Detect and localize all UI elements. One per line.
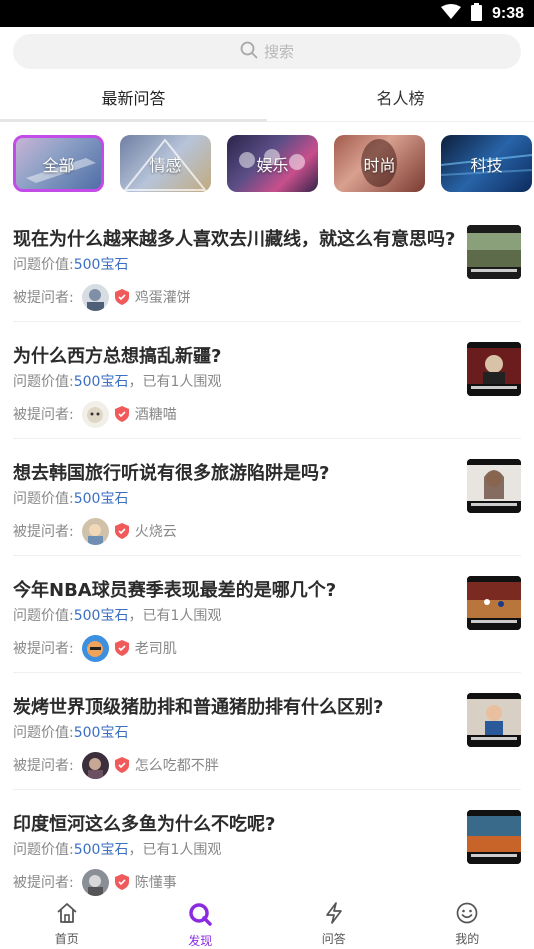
watchers: ，已有1人围观 (128, 842, 222, 858)
category-fashion[interactable]: 时尚 (334, 135, 425, 192)
wifi-icon (440, 3, 461, 24)
category-label: 科技 (470, 155, 503, 175)
avatar[interactable] (81, 517, 109, 545)
nav-label: 发现 (188, 934, 213, 948)
asker-label: 被提问者: (13, 290, 74, 306)
search-icon (240, 41, 258, 63)
question-thumbnail[interactable] (467, 342, 521, 396)
nav-mine[interactable]: 我的 (401, 896, 534, 949)
asker-name[interactable]: 鸡蛋灌饼 (135, 287, 191, 307)
asker-name[interactable]: 陈懂事 (135, 872, 177, 892)
asker-name[interactable]: 老司肌 (135, 638, 177, 658)
question-thumbnail[interactable] (467, 459, 521, 513)
gem-amount: 500宝石 (73, 608, 129, 624)
search-placeholder: 搜索 (263, 43, 294, 61)
tab-celebrity-rank[interactable]: 名人榜 (267, 78, 534, 121)
gem-amount: 500宝石 (73, 491, 129, 507)
question-title: 印度恒河这么多鱼为什么不吃呢? (13, 814, 276, 835)
asker-name[interactable]: 酒糖喵 (135, 404, 177, 424)
lightning-icon (323, 902, 345, 928)
category-strip: 全部 情感 娱乐 时尚 科技 (13, 135, 534, 193)
asker-row: 被提问者: 老司肌 (13, 634, 177, 662)
question-item[interactable]: 想去韩国旅行听说有很多旅游陷阱是吗? 问题价值:500宝石 被提问者: 火烧云 (13, 439, 521, 556)
category-label: 时尚 (363, 155, 396, 175)
question-list: 现在为什么越来越多人喜欢去川藏线，就这么有意思吗? 问题价值:500宝石 被提问… (13, 205, 521, 907)
avatar[interactable] (81, 634, 109, 662)
bottom-nav: 首页 发现 问答 我的 (0, 896, 534, 949)
category-emotion[interactable]: 情感 (120, 135, 211, 192)
nav-qa[interactable]: 问答 (267, 896, 401, 949)
avatar[interactable] (81, 283, 109, 311)
asker-label: 被提问者: (13, 407, 74, 423)
asker-row: 被提问者: 鸡蛋灌饼 (13, 283, 191, 311)
asker-label: 被提问者: (13, 758, 74, 774)
question-value: 问题价值:500宝石，已有1人围观 (13, 608, 222, 624)
asker-label: 被提问者: (13, 875, 74, 891)
category-label: 情感 (149, 155, 182, 175)
question-title: 为什么西方总想搞乱新疆? (13, 346, 222, 367)
question-value: 问题价值:500宝石 (13, 725, 129, 741)
battery-icon (470, 2, 482, 25)
status-bar: 9:38 (0, 0, 534, 27)
smiley-icon (456, 902, 478, 928)
question-title: 想去韩国旅行听说有很多旅游陷阱是吗? (13, 463, 330, 484)
status-time: 9:38 (491, 4, 524, 22)
gem-amount: 500宝石 (73, 725, 129, 741)
question-item[interactable]: 今年NBA球员赛季表现最差的是哪几个? 问题价值:500宝石，已有1人围观 被提… (13, 556, 521, 673)
asker-row: 被提问者: 怎么吃都不胖 (13, 751, 219, 779)
question-title: 今年NBA球员赛季表现最差的是哪几个? (13, 580, 337, 601)
question-item[interactable]: 为什么西方总想搞乱新疆? 问题价值:500宝石，已有1人围观 被提问者: 酒糖喵 (13, 322, 521, 439)
gem-amount: 500宝石 (73, 842, 129, 858)
nav-label: 问答 (321, 932, 346, 946)
question-thumbnail[interactable] (467, 576, 521, 630)
question-item[interactable]: 印度恒河这么多鱼为什么不吃呢? 问题价值:500宝石，已有1人围观 被提问者: … (13, 790, 521, 907)
question-thumbnail[interactable] (467, 810, 521, 864)
category-all[interactable]: 全部 (13, 135, 104, 192)
asker-row: 被提问者: 陈懂事 (13, 868, 177, 896)
home-icon (56, 902, 78, 928)
question-value: 问题价值:500宝石，已有1人围观 (13, 374, 222, 390)
question-value: 问题价值:500宝石，已有1人围观 (13, 842, 222, 858)
avatar[interactable] (81, 751, 109, 779)
question-item[interactable]: 现在为什么越来越多人喜欢去川藏线，就这么有意思吗? 问题价值:500宝石 被提问… (13, 205, 521, 322)
asker-name[interactable]: 火烧云 (135, 521, 177, 541)
nav-label: 首页 (54, 932, 79, 946)
asker-name[interactable]: 怎么吃都不胖 (135, 755, 219, 775)
tab-indicator (0, 119, 267, 122)
shield-icon (114, 289, 129, 305)
shield-icon (114, 757, 129, 773)
question-item[interactable]: 炭烤世界顶级猪肋排和普通猪肋排有什么区别? 问题价值:500宝石 被提问者: 怎… (13, 673, 521, 790)
tab-latest-qa[interactable]: 最新问答 (0, 78, 267, 121)
shield-icon (114, 406, 129, 422)
watchers: ，已有1人围观 (128, 608, 222, 624)
avatar[interactable] (81, 400, 109, 428)
discover-icon (188, 902, 212, 930)
nav-home[interactable]: 首页 (0, 896, 134, 949)
asker-row: 被提问者: 酒糖喵 (13, 400, 177, 428)
avatar[interactable] (81, 868, 109, 896)
asker-label: 被提问者: (13, 641, 74, 657)
category-tech[interactable]: 科技 (441, 135, 532, 192)
gem-amount: 500宝石 (73, 257, 129, 273)
shield-icon (114, 874, 129, 890)
search-bar[interactable]: 搜索 (13, 34, 521, 69)
watchers: ，已有1人围观 (128, 374, 222, 390)
question-value: 问题价值:500宝石 (13, 491, 129, 507)
category-entertainment[interactable]: 娱乐 (227, 135, 318, 192)
question-value: 问题价值:500宝石 (13, 257, 129, 273)
nav-label: 我的 (455, 932, 480, 946)
category-label: 娱乐 (256, 155, 289, 175)
question-title: 现在为什么越来越多人喜欢去川藏线，就这么有意思吗? (13, 229, 456, 250)
asker-label: 被提问者: (13, 524, 74, 540)
shield-icon (114, 640, 129, 656)
category-label: 全部 (42, 155, 75, 175)
shield-icon (114, 523, 129, 539)
question-title: 炭烤世界顶级猪肋排和普通猪肋排有什么区别? (13, 697, 384, 718)
nav-discover[interactable]: 发现 (134, 896, 268, 949)
question-thumbnail[interactable] (467, 693, 521, 747)
tab-bar: 最新问答 名人榜 (0, 78, 534, 122)
question-thumbnail[interactable] (467, 225, 521, 279)
asker-row: 被提问者: 火烧云 (13, 517, 177, 545)
gem-amount: 500宝石 (73, 374, 129, 390)
